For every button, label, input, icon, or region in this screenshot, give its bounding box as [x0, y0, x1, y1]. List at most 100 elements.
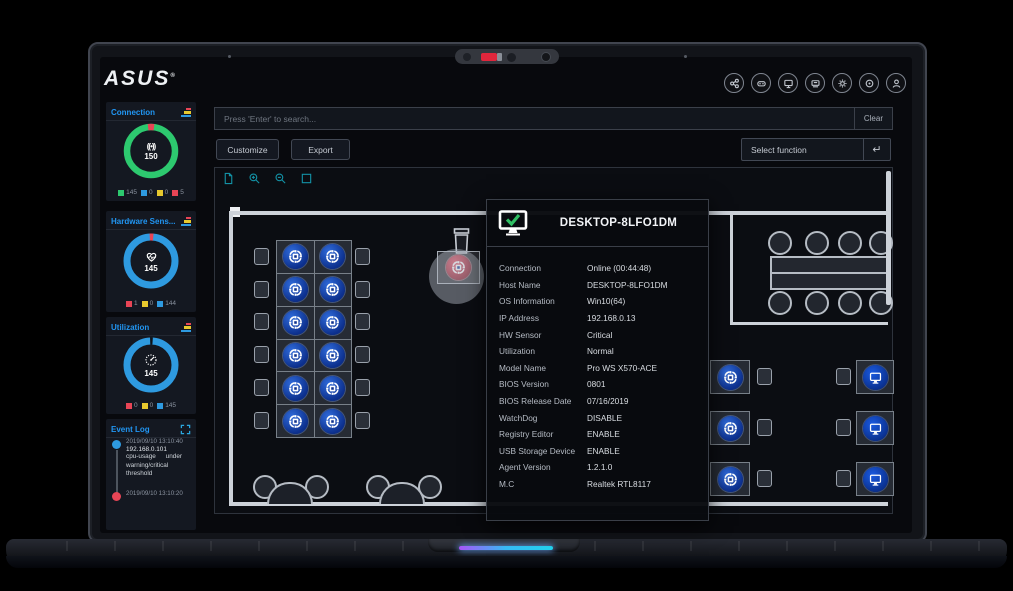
popup-row-value: 1.2.1.0: [587, 462, 612, 472]
monitor-device-icon[interactable]: [863, 416, 888, 441]
desk-tile[interactable]: [277, 405, 314, 437]
drag-cursor-circle: [429, 249, 484, 304]
hardware-sensor-panel: Hardware Sens... 145 10144: [106, 211, 196, 312]
cpu-device-icon[interactable]: [320, 310, 345, 335]
connection-panel: Connection ((•)) 150 145005: [106, 102, 196, 201]
popup-row-value: DISABLE: [587, 413, 622, 423]
share-icon[interactable]: [724, 73, 744, 93]
expand-icon[interactable]: [180, 424, 191, 435]
desk-tile[interactable]: [277, 241, 314, 273]
map-scrollbar[interactable]: [886, 171, 891, 305]
legend-swatch: [157, 403, 163, 409]
selection-icon[interactable]: [300, 172, 313, 185]
zoom-in-icon[interactable]: [248, 172, 261, 185]
desk-tile[interactable]: [315, 241, 352, 273]
topbar-icon-row: [724, 73, 906, 93]
popup-row-label: OS Information: [499, 296, 587, 306]
webcam-module: [455, 49, 559, 64]
export-button[interactable]: Export: [291, 139, 350, 160]
desk-tile[interactable]: [277, 340, 314, 372]
ir-sensor-dot: [463, 53, 471, 61]
cpu-device-icon[interactable]: [718, 365, 743, 390]
popup-row-label: M.C: [499, 479, 587, 489]
customize-button[interactable]: Customize: [216, 139, 279, 160]
monitor-device-icon[interactable]: [863, 365, 888, 390]
event-log-entry[interactable]: 2019/09/10 13:10:20: [112, 490, 192, 501]
round-chair: [805, 231, 829, 255]
cpu-device-icon[interactable]: [283, 409, 308, 434]
legend-swatch: [126, 301, 132, 307]
monitor-device-icon[interactable]: [863, 467, 888, 492]
popup-row-value: Critical: [587, 330, 612, 340]
desk-tile[interactable]: [315, 274, 352, 306]
file-icon[interactable]: [222, 172, 235, 185]
account-icon[interactable]: [886, 73, 906, 93]
popup-row-label: Utilization: [499, 346, 587, 356]
desk-tile[interactable]: [277, 274, 314, 306]
cpu-device-icon[interactable]: [320, 343, 345, 368]
legend-swatch: [172, 190, 178, 196]
hardware-icon[interactable]: [751, 73, 771, 93]
panel-title: Utilization: [111, 323, 149, 332]
popup-row-label: Connection: [499, 263, 587, 273]
computer-icon[interactable]: [805, 73, 825, 93]
select-function-label: Select function: [742, 145, 863, 155]
screenshot-stage: ASUS® Connection: [0, 0, 1013, 591]
desk-tile[interactable]: [315, 307, 352, 339]
cpu-device-icon[interactable]: [283, 343, 308, 368]
desk-tile[interactable]: [315, 340, 352, 372]
cpu-device-icon[interactable]: [320, 376, 345, 401]
popup-row-label: IP Address: [499, 313, 587, 323]
popup-row-label: BIOS Release Date: [499, 396, 587, 406]
chair: [355, 346, 370, 363]
chart-mini-icon[interactable]: [181, 108, 191, 118]
desk-tile[interactable]: [277, 372, 314, 404]
event-log-header: Event Log: [106, 419, 196, 438]
clear-button[interactable]: Clear: [854, 108, 892, 129]
cpu-device-icon[interactable]: [283, 277, 308, 302]
desk-tile[interactable]: [315, 405, 352, 437]
desk-tile[interactable]: [710, 411, 750, 445]
map-toolbar: [222, 172, 313, 185]
search-input[interactable]: [215, 113, 854, 125]
desk-tile[interactable]: [856, 411, 894, 445]
desk-tile[interactable]: [315, 372, 352, 404]
popup-row-value: 07/16/2019: [587, 396, 629, 406]
event-log-entry[interactable]: 2019/09/10 13:10:40 192.168.0.101 cpu-us…: [112, 438, 192, 479]
cpu-device-icon[interactable]: [283, 376, 308, 401]
chair: [757, 368, 772, 385]
utilization-panel: Utilization 145 00145: [106, 317, 196, 414]
cpu-device-icon[interactable]: [718, 416, 743, 441]
cpu-device-icon[interactable]: [320, 277, 345, 302]
popup-header: DESKTOP-8LFO1DM: [487, 200, 708, 247]
cpu-device-icon[interactable]: [718, 467, 743, 492]
popup-row: M.C Realtek RTL8117: [499, 476, 696, 493]
desk-tile[interactable]: [856, 462, 894, 496]
device-details-popup: DESKTOP-8LFO1DM Connection Online (00:44…: [486, 199, 709, 521]
chart-mini-icon[interactable]: [181, 323, 191, 333]
cpu-device-icon[interactable]: [320, 244, 345, 269]
select-function-dropdown[interactable]: Select function ↵: [741, 138, 891, 161]
cpu-device-icon[interactable]: [320, 409, 345, 434]
desk-tile[interactable]: [277, 307, 314, 339]
chart-mini-icon[interactable]: [181, 217, 191, 227]
hardware-gauge: 145: [121, 231, 181, 291]
wall-conference-horizontal: [730, 322, 888, 325]
cpu-device-icon[interactable]: [283, 310, 308, 335]
return-icon: ↵: [863, 139, 890, 160]
connection-gauge: ((•)) 150: [121, 121, 181, 181]
target-icon[interactable]: [859, 73, 879, 93]
legend-item: 0: [126, 402, 138, 409]
desk-tile[interactable]: [710, 462, 750, 496]
chair: [836, 470, 851, 487]
desk-tile[interactable]: [856, 360, 894, 394]
event-log-list: 2019/09/10 13:10:40 192.168.0.101 cpu-us…: [112, 438, 192, 512]
chair: [757, 470, 772, 487]
popup-row: Model Name Pro WS X570-ACE: [499, 360, 696, 377]
power-light: [459, 546, 553, 550]
desk-tile[interactable]: [710, 360, 750, 394]
gear-icon[interactable]: [832, 73, 852, 93]
display-icon[interactable]: [778, 73, 798, 93]
zoom-out-icon[interactable]: [274, 172, 287, 185]
cpu-device-icon[interactable]: [283, 244, 308, 269]
